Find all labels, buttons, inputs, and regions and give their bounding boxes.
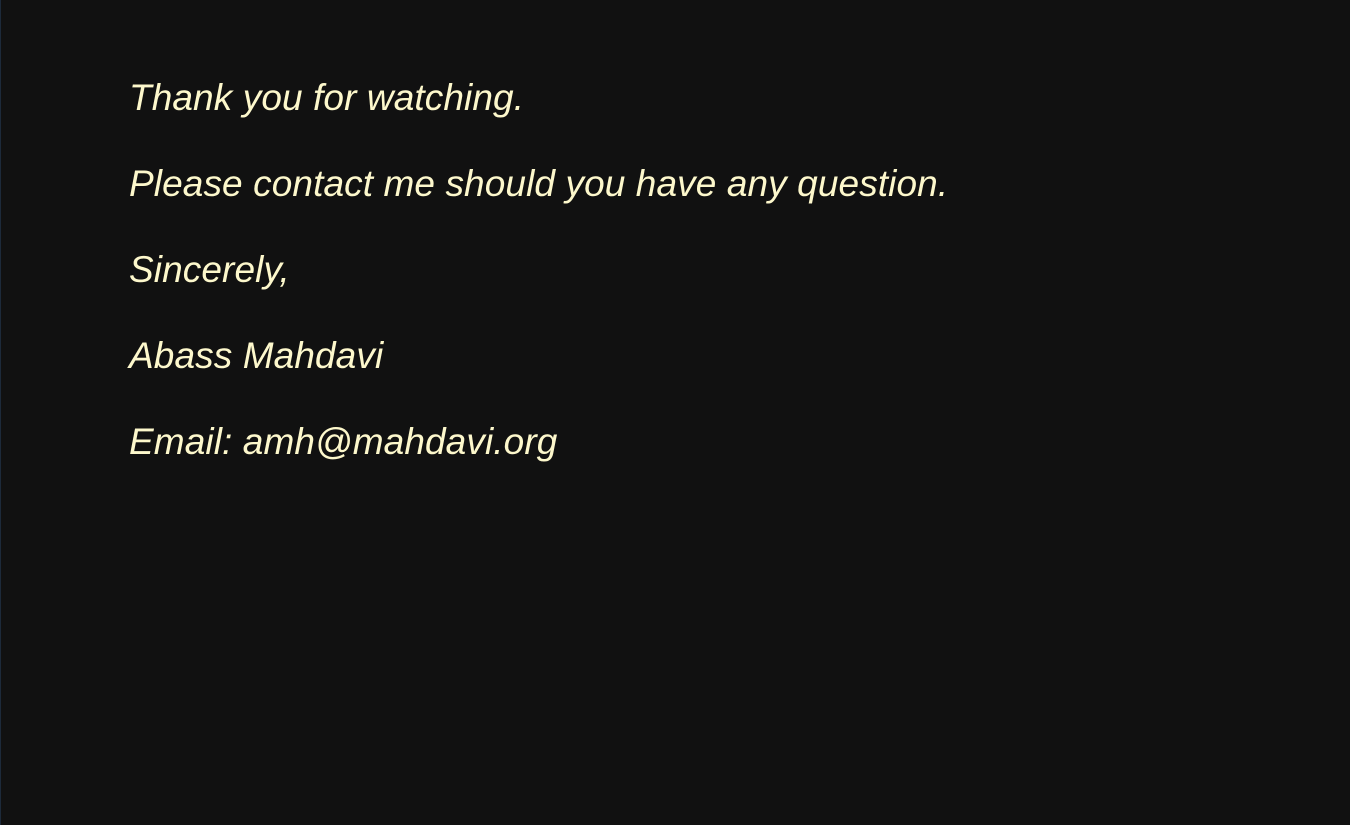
email-line: Email: amh@mahdavi.org [129,420,948,464]
closing-message: Thank you for watching. Please contact m… [129,76,948,506]
email-label: Email: [129,421,243,462]
closing-slide: Thank you for watching. Please contact m… [0,0,1350,825]
email-address[interactable]: amh@mahdavi.org [243,421,558,462]
author-name: Abass Mahdavi [129,335,384,376]
thanks-text: Thank you for watching. [129,77,525,118]
contact-request-text: Please contact me should you have any qu… [129,163,949,204]
closing-salutation: Sincerely, [129,249,290,290]
